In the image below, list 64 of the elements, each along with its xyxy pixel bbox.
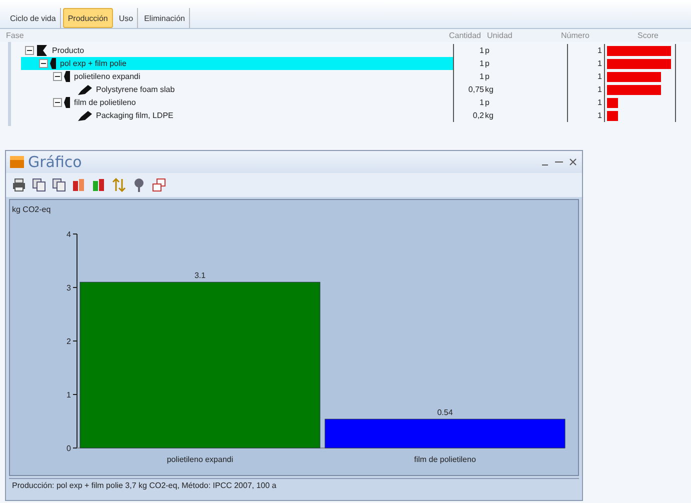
- collapse-toggle[interactable]: [53, 72, 62, 81]
- quantity-cell: 1: [480, 59, 484, 68]
- tree-item[interactable]: Packaging film, LDPE: [94, 111, 176, 120]
- unit-cell: p: [485, 72, 490, 81]
- copy-icon[interactable]: [52, 178, 66, 192]
- collapse-toggle[interactable]: [39, 59, 48, 68]
- column-header: Número: [560, 31, 590, 40]
- half-shape-icon: [64, 71, 70, 82]
- unit-cell: p: [485, 59, 490, 68]
- column-header: Unidad: [486, 31, 514, 40]
- colored-blocks-icon[interactable]: [92, 178, 106, 192]
- window-title: Gráfico: [28, 153, 82, 171]
- quantity-cell: 0,2: [472, 111, 484, 120]
- close-icon[interactable]: [568, 157, 578, 167]
- tab[interactable]: Eliminación: [140, 8, 190, 28]
- category-label: polietileno expandi: [166, 455, 234, 464]
- number-cell: 1: [598, 111, 602, 120]
- number-cell: 1: [598, 98, 602, 107]
- number-cell: 1: [598, 85, 602, 94]
- quantity-cell: 0,75: [468, 85, 484, 94]
- value-label: 0.54: [437, 408, 453, 418]
- tree-item[interactable]: Polystyrene foam slab: [94, 85, 177, 94]
- tick-label: 4: [66, 230, 71, 239]
- pen-icon: [78, 110, 92, 120]
- number-cell: 1: [598, 72, 602, 81]
- printer-icon[interactable]: [12, 178, 26, 192]
- number-cell: 1: [598, 46, 602, 55]
- bar-chart-icon[interactable]: [72, 178, 86, 192]
- value-label: 3.1: [194, 271, 206, 280]
- collapse-toggle[interactable]: [25, 46, 34, 55]
- status-text: Producción: pol exp + film polie 3,7 kg CO2-eq, Método: IPCC 2007, 100 a: [12, 481, 276, 490]
- tick-label: 2: [66, 337, 71, 346]
- column-header: Fase: [5, 31, 25, 40]
- unit-cell: p: [485, 98, 490, 107]
- unit-cell: kg: [485, 111, 494, 120]
- category-label: film de polietileno: [414, 455, 476, 464]
- unit-cell: p: [485, 46, 490, 55]
- column-header: Cantidad: [448, 31, 481, 40]
- tick-label: 3: [66, 284, 71, 292]
- tree-item[interactable]: polietileno expandi: [72, 72, 142, 81]
- tick-label: 0: [66, 444, 71, 453]
- tree-item[interactable]: film de polietileno: [72, 98, 138, 107]
- tab[interactable]: Uso: [114, 8, 138, 28]
- tab[interactable]: Ciclo de vida: [6, 8, 61, 28]
- tree-item[interactable]: Producto: [50, 46, 86, 55]
- quantity-cell: 1: [480, 72, 484, 81]
- unit-cell: kg: [485, 85, 494, 94]
- half-shape-icon: [50, 58, 56, 69]
- tree-icon[interactable]: [132, 178, 146, 192]
- pen-icon: [78, 84, 92, 94]
- number-cell: 1: [598, 59, 602, 68]
- tree-item[interactable]: pol exp + film polie: [58, 59, 128, 68]
- app-icon: [10, 156, 24, 168]
- column-header: Score: [636, 31, 660, 40]
- tick-label: 1: [66, 390, 71, 400]
- quantity-cell: 1: [480, 46, 484, 55]
- quantity-cell: 1: [480, 98, 484, 107]
- half-shape-icon: [64, 97, 70, 108]
- axis-title: kg CO2-eq: [12, 205, 51, 214]
- windows-icon[interactable]: [152, 178, 166, 192]
- collapse-toggle[interactable]: [53, 98, 62, 107]
- copy-icon[interactable]: [32, 178, 46, 192]
- tab[interactable]: Producción: [62, 8, 113, 28]
- sort-icon[interactable]: [112, 178, 126, 192]
